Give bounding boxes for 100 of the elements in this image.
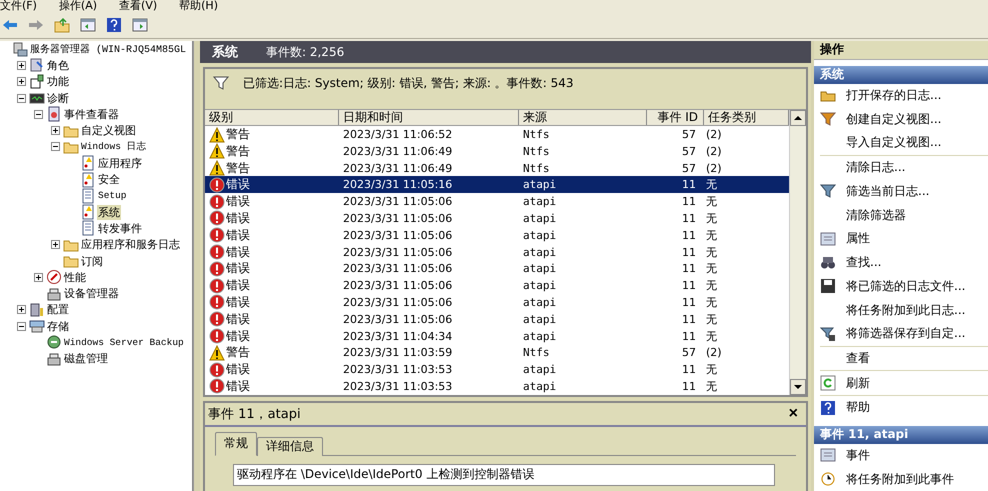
section-header[interactable]: 系统	[814, 66, 988, 84]
source-cell-text: atapi	[522, 296, 558, 309]
column-header[interactable]: 来源	[519, 110, 647, 125]
action-item[interactable]: 事件	[814, 444, 988, 468]
date-cell-text: 2023/3/31 11:03:53	[342, 380, 454, 393]
source-cell-text: Ntfs	[522, 346, 550, 360]
tab[interactable]: 常规	[215, 432, 257, 456]
tree-item[interactable]: 诊断	[46, 90, 70, 106]
action-item[interactable]: 将任务附加到此日志...	[814, 298, 988, 322]
level-cell: 错误	[226, 193, 250, 210]
date-cell-text: 2023/3/31 11:05:06	[342, 279, 454, 292]
expand-toggle-icon[interactable]	[17, 305, 26, 314]
tree-item[interactable]: 应用程序和服务日志	[80, 237, 181, 252]
tree-item[interactable]: 订阅	[80, 254, 104, 268]
event-id-cell-text: 57	[681, 162, 697, 175]
source-cell-text: Ntfs	[522, 144, 550, 158]
action-item[interactable]: 将筛选器保存到自定...	[814, 322, 988, 346]
toolbar-button[interactable]	[104, 15, 124, 35]
close-button[interactable]: ×	[788, 404, 798, 423]
tree-item[interactable]: 性能	[63, 270, 87, 285]
level-cell: 错误	[226, 176, 250, 194]
collapse-toggle-icon[interactable]	[34, 110, 43, 119]
tree-item[interactable]: 安全	[97, 172, 121, 188]
date-cell-text: 2023/3/31 11:05:06	[342, 312, 454, 326]
level-cell: 错误	[226, 310, 250, 328]
tree-item[interactable]: 服务器管理器 (WIN-RJQ54M85GL	[29, 42, 188, 56]
source-cell-text: atapi	[522, 228, 558, 242]
expand-toggle-icon[interactable]	[51, 240, 60, 250]
warning-icon	[209, 143, 225, 160]
pane-toggle-icon	[80, 17, 96, 33]
action-item[interactable]: 属性	[814, 226, 988, 251]
date-cell-text: 2023/3/31 11:04:34	[342, 330, 454, 343]
collapse-toggle-icon[interactable]	[17, 94, 26, 103]
section-header[interactable]: 事件 11, atapi	[814, 426, 988, 444]
action-item[interactable]: 刷新	[814, 371, 988, 396]
date-cell-text: 2023/3/31 11:05:06	[342, 246, 454, 259]
source-cell-text: atapi	[522, 212, 558, 225]
scrollbar[interactable]	[789, 110, 806, 395]
event-id-cell-text: 11	[681, 330, 697, 343]
menu-item[interactable]: 文件(F)	[0, 0, 37, 12]
section-title: 事件 11, atapi	[820, 426, 908, 444]
column-header[interactable]: 事件 ID	[647, 110, 704, 125]
tree-item[interactable]: 设备管理器	[63, 286, 120, 302]
action-item[interactable]: 帮助	[814, 396, 988, 420]
tree-item[interactable]: Windows 日志	[80, 140, 148, 154]
expand-toggle-icon[interactable]	[34, 272, 43, 282]
task-category-cell-text: 无	[705, 194, 718, 210]
action-item[interactable]: 打开保存的日志...	[814, 84, 988, 108]
level-cell: 警告	[226, 344, 250, 362]
task-category-cell-text: 无	[705, 312, 718, 327]
tree-item[interactable]: 应用程序	[97, 156, 143, 171]
expand-toggle-icon[interactable]	[17, 60, 26, 70]
date-cell-text: 2023/3/31 11:03:59	[342, 346, 454, 360]
action-item[interactable]: 清除筛选器	[814, 203, 988, 227]
source-cell-text: atapi	[522, 178, 558, 192]
event-row[interactable]: 警告 2023/3/31 11:06:49 Ntfs 57 (2)	[205, 160, 789, 176]
menu-item[interactable]: 操作(A)	[58, 0, 98, 12]
action-item[interactable]: 查看	[814, 346, 988, 370]
folder-up-icon	[54, 17, 70, 33]
task-category-cell-text: 无	[705, 177, 718, 192]
tree-item[interactable]: 磁盘管理	[63, 351, 109, 366]
action-item[interactable]: 将任务附加到此事件	[814, 467, 988, 491]
column-header[interactable]: 级别	[205, 110, 339, 125]
source-cell-text: Ntfs	[522, 162, 550, 175]
collapse-toggle-icon[interactable]	[17, 322, 26, 331]
tree-item[interactable]: 自定义视图	[80, 123, 137, 138]
expand-toggle-icon[interactable]	[17, 77, 26, 86]
action-item[interactable]: 查找...	[814, 250, 988, 274]
tree-item[interactable]: 存储	[46, 318, 70, 334]
menu-item[interactable]: 帮助(H)	[179, 0, 218, 12]
menu-item[interactable]: 查看(V)	[119, 0, 158, 12]
event-row[interactable]: 错误 2023/3/31 11:05:16 atapi 11 无	[205, 176, 789, 194]
action-item[interactable]: 筛选当前日志...	[814, 180, 988, 204]
error-icon	[209, 278, 225, 294]
date-cell-text: 2023/3/31 11:05:06	[342, 228, 454, 242]
action-item[interactable]: 将已筛选的日志文件...	[814, 274, 988, 298]
action-item[interactable]: 导入自定义视图...	[814, 131, 988, 155]
source-cell-text: atapi	[522, 363, 558, 376]
tree-item[interactable]: 转发事件	[97, 220, 143, 236]
tree-item[interactable]: Windows Server Backup	[63, 336, 185, 348]
tree-item[interactable]: 配置	[46, 302, 70, 318]
collapse-toggle-icon[interactable]	[51, 142, 60, 152]
tree-item[interactable]: 事件查看器	[63, 106, 120, 122]
error-icon	[209, 294, 225, 310]
tree-item[interactable]: 功能	[46, 74, 70, 90]
level-cell: 错误	[226, 260, 250, 278]
warning-icon	[209, 160, 225, 176]
action-item[interactable]: 创建自定义视图...	[814, 107, 988, 132]
tree-item[interactable]: Setup	[97, 190, 128, 202]
action-item[interactable]: 清除日志...	[814, 156, 988, 180]
expand-toggle-icon[interactable]	[51, 126, 60, 136]
column-header[interactable]: 日期和时间	[339, 110, 519, 125]
source-cell-text: atapi	[522, 262, 558, 276]
log-icon	[80, 220, 96, 236]
tree-item[interactable]: 角色	[46, 58, 70, 73]
device-icon	[46, 286, 62, 302]
source-cell-text: atapi	[522, 195, 558, 208]
tab[interactable]: 详细信息	[257, 436, 323, 456]
tree-item[interactable]: 系统	[97, 204, 121, 220]
funnel-icon	[820, 111, 836, 128]
